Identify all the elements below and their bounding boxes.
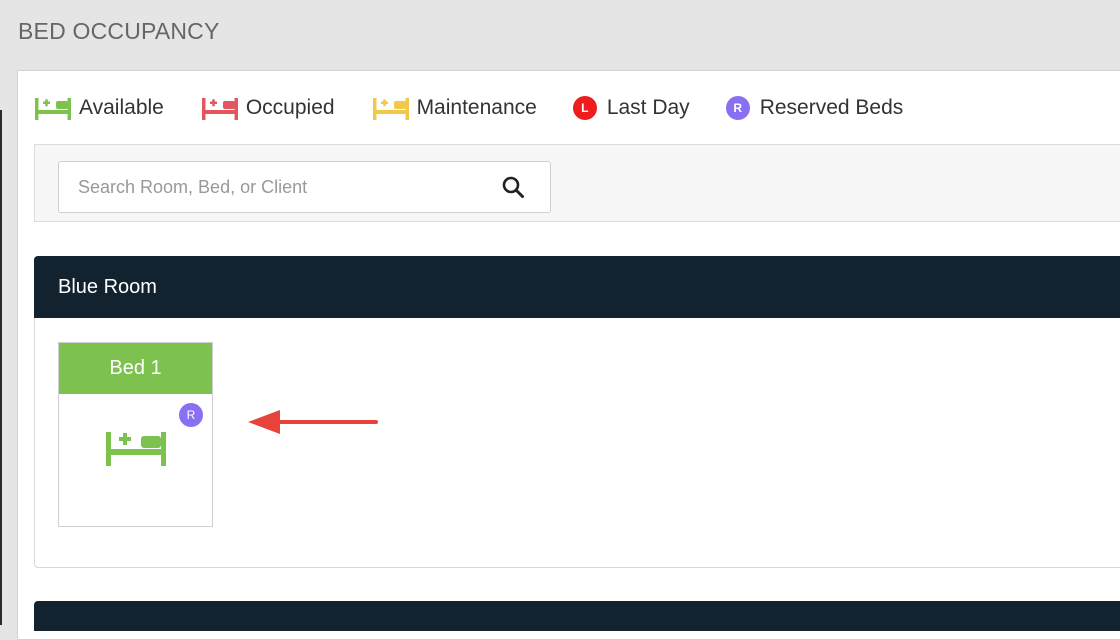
legend-reserved: R Reserved Beds	[725, 96, 903, 120]
bed-tile[interactable]: Bed 1 R	[58, 342, 213, 527]
last-day-badge: L	[572, 96, 597, 120]
maintenance-bed-icon	[372, 98, 409, 120]
left-edge	[0, 110, 2, 625]
room-header: Blue Room	[34, 256, 1120, 318]
legend-occupied: Occupied	[200, 94, 335, 122]
search-box	[58, 161, 551, 213]
legend-last-day: L Last Day	[572, 96, 690, 120]
legend-available: Available	[33, 94, 164, 122]
next-room-header	[34, 601, 1120, 631]
room-title: Blue Room	[58, 276, 157, 298]
reserved-badge: R	[725, 96, 750, 120]
annotation-arrow	[248, 410, 378, 434]
available-bed-icon	[35, 98, 71, 120]
legend: Available Occupied Maintenance L Last Da…	[33, 90, 939, 126]
search-icon[interactable]	[502, 176, 524, 198]
bed-label: Bed 1	[59, 343, 212, 394]
occupied-bed-icon	[201, 98, 238, 120]
page-title: BED OCCUPANCY	[18, 18, 220, 44]
search-input[interactable]	[59, 162, 489, 212]
legend-maintenance: Maintenance	[371, 94, 537, 122]
available-bed-icon	[106, 432, 166, 466]
reserved-bed-badge: R	[179, 403, 203, 427]
